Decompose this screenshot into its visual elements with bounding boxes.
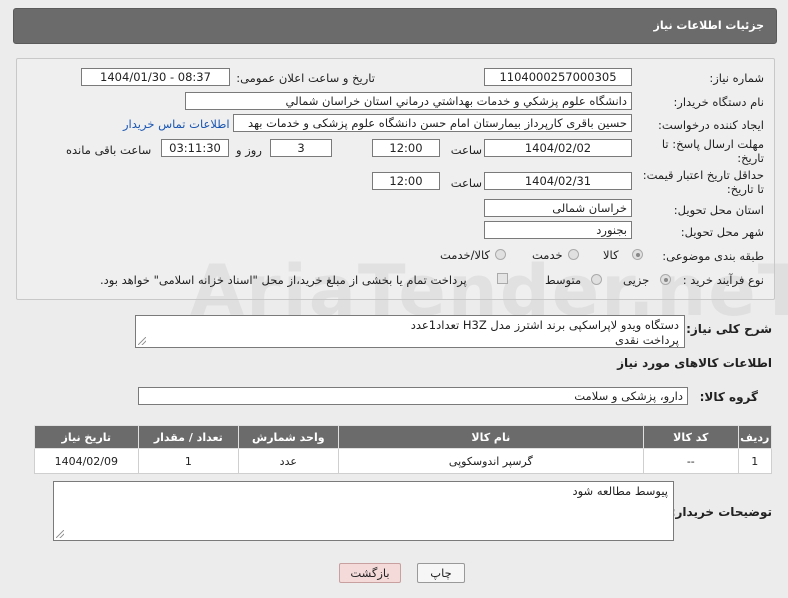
buyer-notes-label: توضیحات خریدار: [670,505,772,519]
category-goods-label: کالا [603,248,619,262]
remaining-time-label: ساعت باقی مانده [66,143,152,157]
purchase-type-label: نوع فرآیند خرید : [682,273,764,287]
col-name: نام کالا [337,425,645,449]
col-code: کد کالا [643,425,739,449]
reply-deadline-time: 12:00 [372,139,440,157]
purchase-minor-label: جزیی [623,273,650,287]
cell-code: -- [643,448,739,474]
need-number-label: شماره نیاز: [709,71,764,85]
cell-name: گرسپر اندوسکوپی [337,448,645,474]
category-service-label: خدمت [532,248,563,262]
announce-datetime-field: 1404/01/30 - 08:37 [81,68,230,86]
description-line-1: دستگاه ویدو لاپراسکپی برند اشترز مدل H3Z… [410,318,679,332]
announce-datetime-label: تاریخ و ساعت اعلان عمومی: [236,71,375,85]
category-label: طبقه بندی موضوعی: [662,249,764,263]
col-unit: واحد شمارش [238,425,339,449]
reply-days-field: 3 [270,139,332,157]
buyer-contact-link[interactable]: اطلاعات تماس خریدار [123,117,230,131]
cell-row: 1 [737,448,772,474]
reply-days-label: روز و [236,143,262,157]
purchase-radio-medium[interactable] [591,274,602,285]
price-validity-date: 1404/02/31 [484,172,632,190]
back-button[interactable]: بازگشت [339,563,401,583]
cell-unit: عدد [238,448,339,474]
resize-grip-icon[interactable] [138,337,146,345]
col-qty: تعداد / مقدار [137,425,240,449]
purchase-medium-label: متوسط [545,273,582,287]
description-field: دستگاه ویدو لاپراسکپی برند اشترز مدل H3Z… [135,315,685,348]
purchase-radio-minor[interactable] [660,274,671,285]
col-row: ردیف [737,425,772,449]
category-goods-service-label: کالا/خدمت [440,248,491,262]
resize-grip-icon[interactable] [56,530,64,538]
category-radio-goods-service[interactable] [495,249,506,260]
reply-deadline-label: مهلت ارسال پاسخ: تا تاریخ: [661,137,764,165]
table-header-row: ردیف کد کالا نام کالا واحد شمارش تعداد /… [34,425,772,449]
page-header: جزئیات اطلاعات نیاز [13,8,777,44]
buyer-notes-field: پیوسط مطالعه شود [53,481,674,541]
print-button[interactable]: چاپ [417,563,465,583]
delivery-province-field: خراسان شمالی [484,199,632,217]
creator-field: حسین باقری کارپرداز بیمارستان امام حسن د… [233,114,632,132]
cell-date: 1404/02/09 [34,448,139,474]
items-section-title: اطلاعات کالاهای مورد نیاز [617,356,772,370]
table-row[interactable]: 1 -- گرسپر اندوسکوپی عدد 1 1404/02/09 [34,448,772,474]
category-radio-goods[interactable] [632,249,643,260]
buyer-notes-text: پیوسط مطالعه شود [572,484,669,498]
description-label: شرح کلی نیاز: [686,322,772,336]
category-radio-service[interactable] [568,249,579,260]
goods-group-field: دارو، پزشکی و سلامت [138,387,688,405]
delivery-province-label: استان محل تحویل: [673,203,764,217]
reply-time-label: ساعت [450,143,482,157]
buyer-org-field: دانشگاه علوم پزشکي و خدمات بهداشتي درمان… [185,92,632,110]
price-validity-time: 12:00 [372,172,440,190]
description-line-2: پرداخت نقدی [615,333,679,347]
page-title: جزئیات اطلاعات نیاز [653,19,765,32]
reply-deadline-date: 1404/02/02 [484,139,632,157]
treasury-checkbox[interactable] [497,273,508,284]
col-date: تاریخ نیاز [34,425,139,449]
buyer-org-label: نام دستگاه خریدار: [673,95,764,109]
delivery-city-field: بجنورد [484,221,632,239]
remaining-time-field: 03:11:30 [161,139,229,157]
delivery-city-label: شهر محل تحویل: [680,225,764,239]
items-table: ردیف کد کالا نام کالا واحد شمارش تعداد /… [34,425,772,474]
price-time-label: ساعت [450,176,482,190]
cell-qty: 1 [137,448,240,474]
creator-label: ایجاد کننده درخواست: [658,118,764,132]
price-validity-label: حداقل تاریخ اعتبار قیمت: تا تاریخ: [642,168,764,196]
goods-group-label: گروه کالا: [699,390,758,404]
treasury-note: پرداخت تمام یا بخشی از مبلغ خرید،از محل … [100,273,467,287]
need-number-field: 1104000257000305 [484,68,632,86]
